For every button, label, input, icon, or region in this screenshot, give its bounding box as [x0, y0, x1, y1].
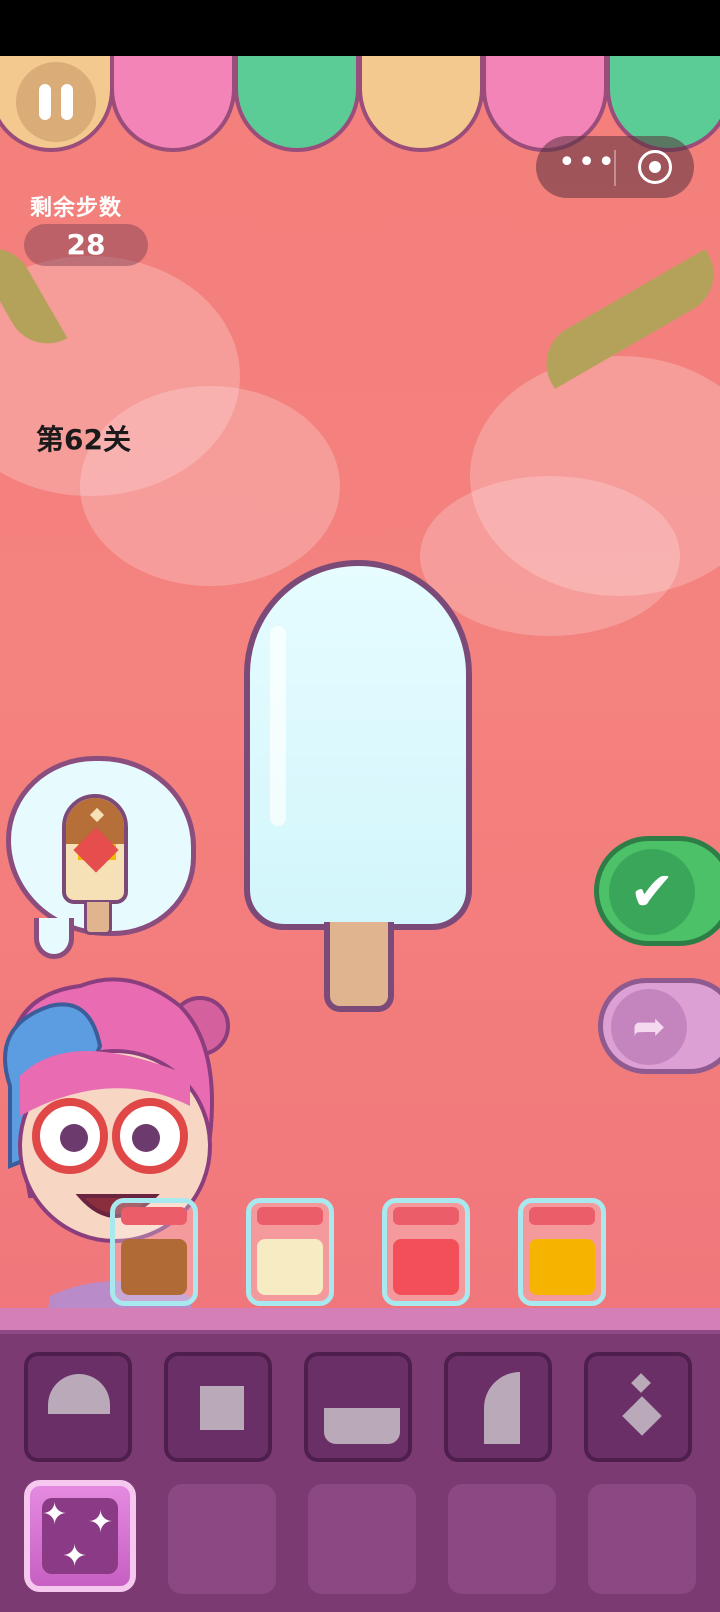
steps-remaining-label: 剩余步数 — [30, 196, 123, 221]
magic-sparkle-button[interactable]: ✦ ✦ ✦ — [24, 1480, 136, 1592]
cloud — [80, 386, 340, 586]
vanilla-jar[interactable] — [246, 1198, 334, 1306]
game-stage: ••• 剩余步数 28 第62关 ✔ ➦ ✦ ✦ ✦ — [0, 56, 720, 1612]
target-popsicle-stick — [84, 902, 112, 935]
confirm-button[interactable]: ✔ — [594, 836, 720, 946]
jar-fill — [121, 1239, 187, 1295]
pause-button[interactable] — [16, 62, 96, 142]
empty-slot — [308, 1484, 416, 1594]
empty-slot — [448, 1484, 556, 1594]
status-bar — [0, 0, 720, 56]
empty-slot — [588, 1484, 696, 1594]
redo-arrow-icon: ➦ — [611, 989, 687, 1065]
strawberry-jar[interactable] — [382, 1198, 470, 1306]
counter-shelf — [0, 1308, 720, 1336]
steps-remaining-count: 28 — [24, 224, 148, 266]
pause-icon — [39, 84, 51, 120]
jar-fill — [257, 1239, 323, 1295]
dome-shape-slot[interactable] — [24, 1352, 132, 1462]
more-dots-icon[interactable]: ••• — [558, 148, 617, 178]
diamonds-shape-icon — [631, 1373, 651, 1393]
awning-segment — [110, 56, 236, 152]
square-shape-slot[interactable] — [164, 1352, 272, 1462]
sparkle-icon: ✦ — [42, 1497, 68, 1532]
half-oval-shape-slot[interactable] — [444, 1352, 552, 1462]
thought-bubble-tail — [34, 918, 74, 959]
jar-fill — [529, 1239, 595, 1295]
dome-shape-icon — [48, 1374, 110, 1414]
mango-jar[interactable] — [518, 1198, 606, 1306]
mini-program-capsule: ••• — [536, 136, 694, 198]
bowl-shape-slot[interactable] — [304, 1352, 412, 1462]
customer-girl — [3, 977, 230, 1366]
diamonds-shape-slot[interactable] — [584, 1352, 692, 1462]
target-circle-icon[interactable] — [638, 150, 672, 184]
square-shape-icon — [200, 1386, 244, 1430]
check-icon: ✔ — [609, 849, 695, 935]
target-popsicle-icon — [62, 794, 128, 904]
empty-slot — [168, 1484, 276, 1594]
jar-fill — [393, 1239, 459, 1295]
awning-segment — [358, 56, 484, 152]
working-popsicle[interactable] — [244, 560, 472, 930]
level-label: 第62关 — [36, 423, 131, 456]
chocolate-jar[interactable] — [110, 1198, 198, 1306]
awning-segment — [234, 56, 360, 152]
popsicle-stick — [324, 922, 394, 1012]
half-oval-shape-icon — [484, 1372, 520, 1444]
bowl-shape-icon — [324, 1408, 400, 1444]
redo-button[interactable]: ➦ — [598, 978, 720, 1074]
cloud — [420, 476, 680, 636]
capsule-divider — [614, 150, 616, 186]
